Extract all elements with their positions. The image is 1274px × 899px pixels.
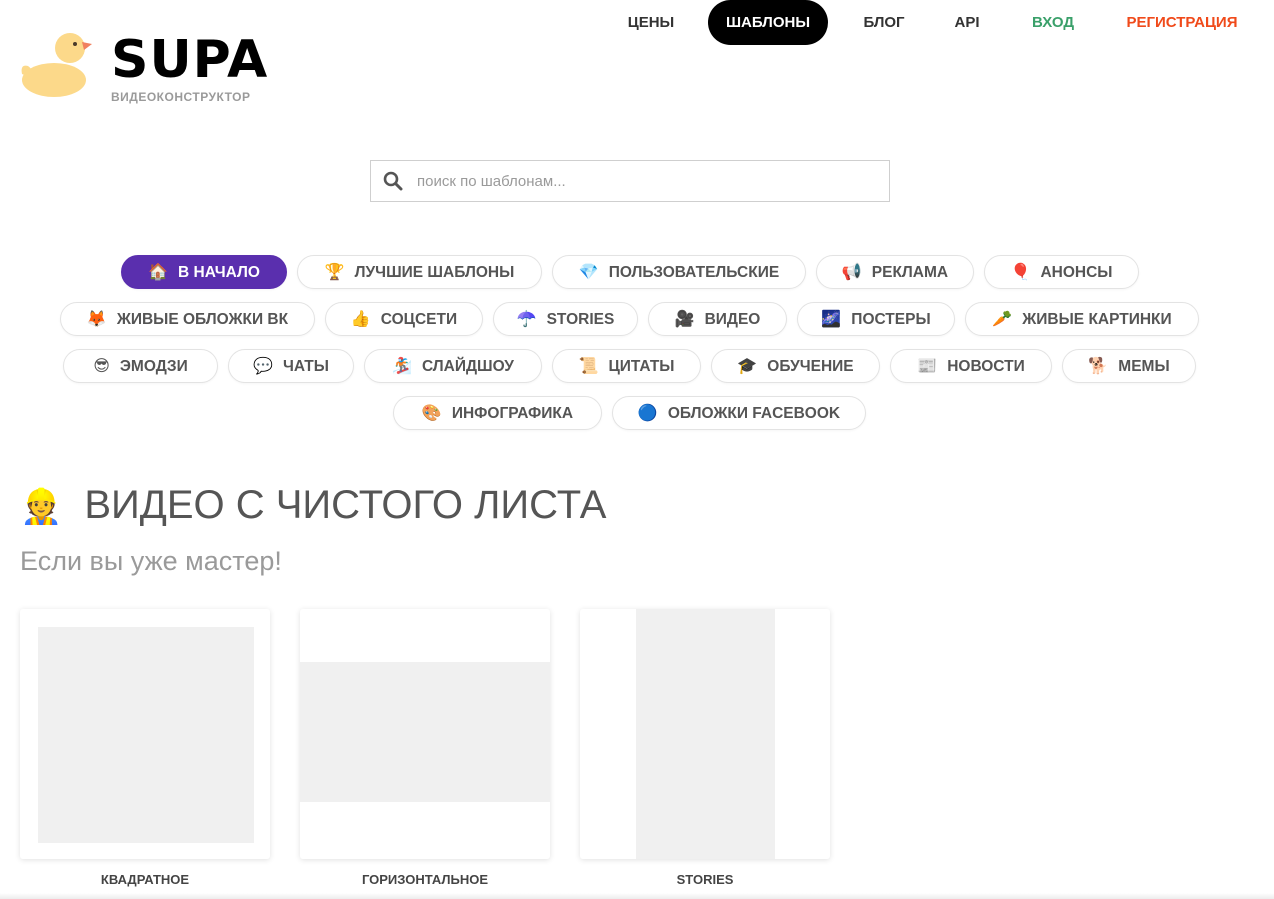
category-label: НОВОСТИ xyxy=(947,358,1025,375)
category-memes[interactable]: 🐕 МЕМЫ xyxy=(1062,349,1196,383)
category-vk-covers[interactable]: 🦊 ЖИВЫЕ ОБЛОЖКИ ВК xyxy=(60,302,315,336)
nav-prices[interactable]: ЦЕНЫ xyxy=(626,0,676,45)
search-icon[interactable] xyxy=(383,171,403,191)
gem-icon: 💎 xyxy=(578,264,599,281)
speech-bubble-icon: 💬 xyxy=(253,358,273,375)
umbrella-icon: ☂️ xyxy=(516,311,537,328)
category-label: ЖИВЫЕ ОБЛОЖКИ ВК xyxy=(116,311,289,328)
category-stories[interactable]: ☂️ STORIES xyxy=(493,302,638,336)
scroll-icon: 📜 xyxy=(578,358,599,375)
category-facebook-covers[interactable]: 🔵 ОБЛОЖКИ FACEBOOK xyxy=(612,396,866,430)
card-square[interactable] xyxy=(20,609,270,859)
category-label: МЕМЫ xyxy=(1118,358,1170,375)
category-social[interactable]: 👍 СОЦСЕТИ xyxy=(325,302,483,336)
category-education[interactable]: 🎓 ОБУЧЕНИЕ xyxy=(711,349,880,383)
nav-login[interactable]: ВХОД xyxy=(1027,0,1079,45)
balloon-icon: 🎈 xyxy=(1010,264,1031,281)
category-best[interactable]: 🏆 ЛУЧШИЕ ШАБЛОНЫ xyxy=(297,255,542,289)
carrot-icon: 🥕 xyxy=(992,311,1013,328)
category-video[interactable]: 🎥 ВИДЕО xyxy=(648,302,787,336)
category-label: ИНФОГРАФИКА xyxy=(451,405,574,422)
graduation-cap-icon: 🎓 xyxy=(737,358,758,375)
category-label: ЭМОДЗИ xyxy=(119,358,188,375)
category-label: STORIES xyxy=(546,311,615,328)
category-posters[interactable]: 🌌 ПОСТЕРЫ xyxy=(797,302,955,336)
search-box xyxy=(370,160,890,202)
category-emoji[interactable]: 😎 ЭМОДЗИ xyxy=(63,349,218,383)
category-label: ЦИТАТЫ xyxy=(608,358,675,375)
dog-icon: 🐕 xyxy=(1088,358,1109,375)
category-chats[interactable]: 💬 ЧАТЫ xyxy=(228,349,354,383)
galaxy-icon: 🌌 xyxy=(821,311,842,328)
megaphone-icon: 📢 xyxy=(841,264,862,281)
blue-circle-icon: 🔵 xyxy=(637,405,658,422)
nav-blog[interactable]: БЛОГ xyxy=(860,0,908,45)
nav-api[interactable]: API xyxy=(952,0,982,45)
category-live-pictures[interactable]: 🥕 ЖИВЫЕ КАРТИНКИ xyxy=(965,302,1199,336)
footer-divider xyxy=(0,893,1274,899)
section-title: 👷 ВИДЕО С ЧИСТОГО ЛИСТА xyxy=(20,480,606,530)
category-label: СОЦСЕТИ xyxy=(380,311,458,328)
category-label: ЖИВЫЕ КАРТИНКИ xyxy=(1022,311,1172,328)
snowboarder-icon: 🏂 xyxy=(392,358,412,375)
section-title-text: ВИДЕО С ЧИСТОГО ЛИСТА xyxy=(84,483,607,527)
fox-icon: 🦊 xyxy=(86,311,107,328)
category-quotes[interactable]: 📜 ЦИТАТЫ xyxy=(552,349,701,383)
category-label: ВИДЕО xyxy=(704,311,761,328)
sunglasses-icon: 😎 xyxy=(93,358,110,375)
section-subtitle: Если вы уже мастер! xyxy=(20,546,282,576)
house-icon: 🏠 xyxy=(148,264,168,281)
category-label: ОБЛОЖКИ FACEBOOK xyxy=(667,405,841,422)
newspaper-icon: 📰 xyxy=(917,358,938,375)
category-news[interactable]: 📰 НОВОСТИ xyxy=(890,349,1052,383)
brand-name: SUPA xyxy=(111,30,269,90)
card-label-horizontal[interactable]: ГОРИЗОНТАЛЬНОЕ xyxy=(300,872,550,887)
horizontal-preview xyxy=(300,662,550,802)
category-label: СЛАЙДШОУ xyxy=(421,358,514,375)
category-ads[interactable]: 📢 РЕКЛАМА xyxy=(816,255,974,289)
search-input[interactable] xyxy=(417,161,877,201)
category-label: ОБУЧЕНИЕ xyxy=(767,358,854,375)
camera-icon: 🎥 xyxy=(674,311,695,328)
construction-worker-icon: 👷 xyxy=(20,488,63,526)
stories-preview xyxy=(636,609,775,859)
card-label-square[interactable]: КВАДРАТНОЕ xyxy=(20,872,270,887)
card-stories[interactable] xyxy=(580,609,830,859)
category-label: В НАЧАЛО xyxy=(178,264,260,281)
category-custom[interactable]: 💎 ПОЛЬЗОВАТЕЛЬСКИЕ xyxy=(552,255,806,289)
category-label: АНОНСЫ xyxy=(1040,264,1113,281)
card-horizontal[interactable] xyxy=(300,609,550,859)
trophy-icon: 🏆 xyxy=(324,264,345,281)
palette-icon: 🎨 xyxy=(421,405,442,422)
category-label: ЧАТЫ xyxy=(282,358,329,375)
category-label: ЛУЧШИЕ ШАБЛОНЫ xyxy=(354,264,515,281)
logo[interactable]: SUPA ВИДЕОКОНСТРУКТОР xyxy=(20,30,280,110)
category-label: ПОЛЬЗОВАТЕЛЬСКИЕ xyxy=(608,264,780,281)
card-label-stories[interactable]: STORIES xyxy=(580,872,830,887)
category-infographics[interactable]: 🎨 ИНФОГРАФИКА xyxy=(393,396,602,430)
category-label: РЕКЛАМА xyxy=(871,264,949,281)
category-slideshow[interactable]: 🏂 СЛАЙДШОУ xyxy=(364,349,542,383)
category-home[interactable]: 🏠 В НАЧАЛО xyxy=(121,255,287,289)
category-announcements[interactable]: 🎈 АНОНСЫ xyxy=(984,255,1139,289)
nav-templates[interactable]: ШАБЛОНЫ xyxy=(708,0,828,45)
thumbs-up-icon: 👍 xyxy=(350,311,371,328)
square-preview xyxy=(38,627,254,843)
category-label: ПОСТЕРЫ xyxy=(851,311,931,328)
nav-register[interactable]: РЕГИСТРАЦИЯ xyxy=(1122,0,1242,45)
brand-subtitle: ВИДЕОКОНСТРУКТОР xyxy=(111,90,251,104)
duck-icon xyxy=(21,33,92,97)
